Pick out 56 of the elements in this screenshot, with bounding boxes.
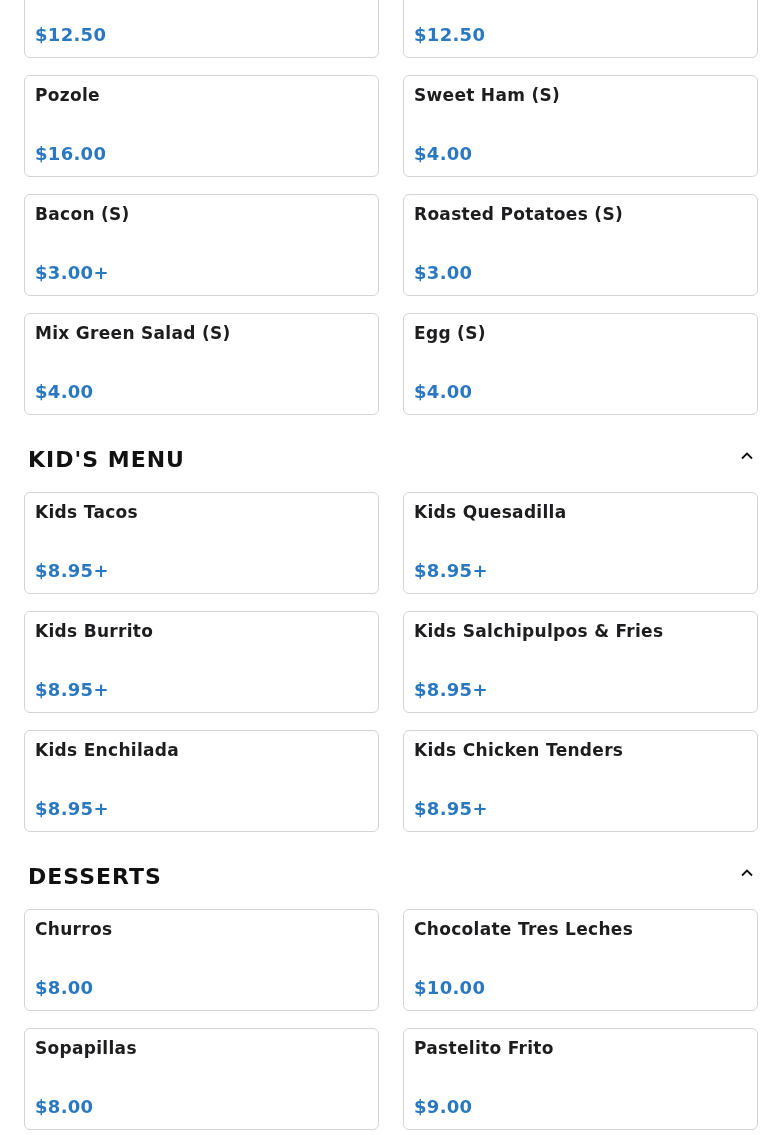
- item-price: $8.95+: [414, 798, 488, 819]
- item-price: $3.00: [414, 262, 473, 283]
- menu-item-card[interactable]: $12.50: [403, 0, 758, 58]
- item-price: $3.00+: [35, 262, 109, 283]
- item-price: $9.00: [414, 1096, 473, 1117]
- item-price: $8.95+: [414, 679, 488, 700]
- item-price: $4.00: [414, 143, 473, 164]
- item-price: $16.00: [35, 143, 107, 164]
- item-price: $12.50: [414, 24, 486, 45]
- item-price: $8.95+: [35, 679, 109, 700]
- section-heading: DESSERTS: [28, 864, 162, 889]
- menu-item-card[interactable]: Kids Salchipulpos & Fries $8.95+: [403, 611, 758, 713]
- menu-item-card[interactable]: Kids Chicken Tenders $8.95+: [403, 730, 758, 832]
- menu-item-card[interactable]: Kids Quesadilla $8.95+: [403, 492, 758, 594]
- item-price: $4.00: [35, 381, 94, 402]
- item-name: Roasted Potatoes (S): [414, 204, 623, 224]
- item-name: Pastelito Frito: [414, 1038, 554, 1058]
- menu-item-card[interactable]: $12.50: [24, 0, 379, 58]
- menu-item-card[interactable]: Sweet Ham (S) $4.00: [403, 75, 758, 177]
- item-name: Churros: [35, 919, 113, 939]
- menu-item-card[interactable]: Sopapillas $8.00: [24, 1028, 379, 1130]
- section-heading: KID'S MENU: [28, 447, 185, 472]
- item-price: $10.00: [414, 977, 486, 998]
- item-name: Kids Tacos: [35, 502, 138, 522]
- item-name: Bacon (S): [35, 204, 130, 224]
- item-name: Kids Burrito: [35, 621, 154, 641]
- menu-item-card[interactable]: Kids Tacos $8.95+: [24, 492, 379, 594]
- item-name: Sweet Ham (S): [414, 85, 561, 105]
- chevron-icon[interactable]: [740, 868, 754, 877]
- item-name: Kids Enchilada: [35, 740, 180, 760]
- item-name: Kids Salchipulpos & Fries: [414, 621, 664, 641]
- item-price: $8.95+: [35, 798, 109, 819]
- menu-item-card[interactable]: Pozole $16.00: [24, 75, 379, 177]
- item-price: $8.00: [35, 977, 94, 998]
- item-name: Kids Chicken Tenders: [414, 740, 624, 760]
- item-name: Mix Green Salad (S): [35, 323, 231, 343]
- item-name: Pozole: [35, 85, 100, 105]
- item-name: Chocolate Tres Leches: [414, 919, 634, 939]
- menu-item-card[interactable]: Egg (S) $4.00: [403, 313, 758, 415]
- chevron-icon[interactable]: [740, 451, 754, 460]
- item-price: $8.95+: [35, 560, 109, 581]
- item-price: $4.00: [414, 381, 473, 402]
- item-price: $8.95+: [414, 560, 488, 581]
- menu-item-card[interactable]: Mix Green Salad (S) $4.00: [24, 313, 379, 415]
- item-name: Kids Quesadilla: [414, 502, 567, 522]
- menu-item-card[interactable]: Pastelito Frito $9.00: [403, 1028, 758, 1130]
- menu-item-card[interactable]: Chocolate Tres Leches $10.00: [403, 909, 758, 1011]
- item-price: $12.50: [35, 24, 107, 45]
- item-price: $8.00: [35, 1096, 94, 1117]
- item-name: Egg (S): [414, 323, 486, 343]
- menu-item-card[interactable]: Roasted Potatoes (S) $3.00: [403, 194, 758, 296]
- menu-item-card[interactable]: Kids Burrito $8.95+: [24, 611, 379, 713]
- menu-item-card[interactable]: Bacon (S) $3.00+: [24, 194, 379, 296]
- menu-item-card[interactable]: Churros $8.00: [24, 909, 379, 1011]
- menu-item-card[interactable]: Kids Enchilada $8.95+: [24, 730, 379, 832]
- item-name: Sopapillas: [35, 1038, 137, 1058]
